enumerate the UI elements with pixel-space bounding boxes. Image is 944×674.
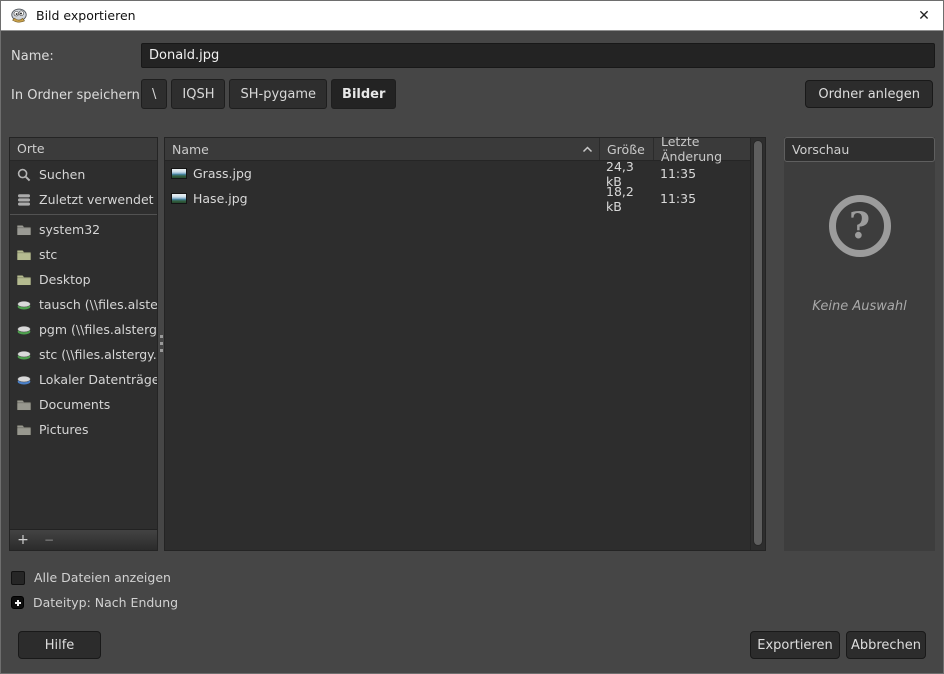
place-label: system32 bbox=[39, 222, 100, 237]
place-label: Desktop bbox=[39, 272, 91, 287]
places-header: Orte bbox=[10, 138, 157, 161]
export-image-dialog: Bild exportieren ✕ Name: In Ordner speic… bbox=[0, 0, 944, 674]
close-icon[interactable]: ✕ bbox=[905, 1, 943, 31]
places-panel: Orte Suchen Zuletzt verwendet system32 stc D… bbox=[9, 137, 158, 551]
place-item-desktop[interactable]: Desktop bbox=[10, 267, 157, 292]
place-label: Pictures bbox=[39, 422, 89, 437]
place-item-pgm-files-alsterg[interactable]: pgm (\\files.alsterg... bbox=[10, 317, 157, 342]
place-label: stc (\\files.alstergy... bbox=[39, 347, 157, 362]
folder-icon bbox=[16, 422, 32, 438]
file-name-cell: Grass.jpg bbox=[165, 166, 599, 181]
show-all-files-label: Alle Dateien anzeigen bbox=[34, 570, 171, 585]
file-type-label: Dateityp: Nach Endung bbox=[33, 595, 178, 610]
network-drive-icon bbox=[16, 347, 32, 363]
recent-icon bbox=[16, 192, 32, 208]
question-mark-icon: ? bbox=[829, 195, 891, 257]
place-label: Suchen bbox=[39, 167, 85, 182]
place-item-documents[interactable]: Documents bbox=[10, 392, 157, 417]
place-label: Lokaler Datenträge... bbox=[39, 372, 157, 387]
save-in-folder-label: In Ordner speichern: bbox=[11, 88, 144, 103]
filename-input[interactable] bbox=[141, 43, 935, 68]
path-bar: \IQSHSH-pygameBilder bbox=[141, 79, 396, 109]
column-header-modified[interactable]: Letzte Änderung bbox=[653, 138, 750, 160]
file-list-header: Name Größe Letzte Änderung bbox=[165, 138, 765, 161]
preview-panel: Vorschau ? Keine Auswahl bbox=[784, 137, 935, 551]
place-item-pictures[interactable]: Pictures bbox=[10, 417, 157, 442]
place-item-stc-files-alstergy[interactable]: stc (\\files.alstergy... bbox=[10, 342, 157, 367]
preview-header: Vorschau bbox=[784, 137, 935, 162]
file-row-grass-jpg[interactable]: Grass.jpg24,3 kB11:35 bbox=[165, 161, 765, 186]
place-item-lokaler-datentr-ge[interactable]: Lokaler Datenträge... bbox=[10, 367, 157, 392]
cancel-button[interactable]: Abbrechen bbox=[846, 631, 926, 659]
place-label: tausch (\\files.alste... bbox=[39, 297, 157, 312]
titlebar: Bild exportieren ✕ bbox=[1, 1, 943, 31]
folder-icon bbox=[16, 397, 32, 413]
place-item-zuletzt-verwendet[interactable]: Zuletzt verwendet bbox=[10, 187, 157, 212]
export-button[interactable]: Exportieren bbox=[750, 631, 840, 659]
network-drive-icon bbox=[16, 297, 32, 313]
place-item-suchen[interactable]: Suchen bbox=[10, 162, 157, 187]
file-name-cell: Hase.jpg bbox=[165, 191, 599, 206]
column-header-name[interactable]: Name bbox=[165, 138, 599, 160]
network-drive-icon bbox=[16, 322, 32, 338]
place-label: stc bbox=[39, 247, 57, 262]
places-list: Suchen Zuletzt verwendet system32 stc Deskto… bbox=[10, 162, 157, 529]
place-label: Documents bbox=[39, 397, 110, 412]
folder-icon bbox=[16, 222, 32, 238]
path-segment-root[interactable]: \ bbox=[141, 79, 167, 109]
local-drive-icon bbox=[16, 372, 32, 388]
file-type-row: Dateityp: Nach Endung bbox=[11, 595, 178, 610]
place-label: Zuletzt verwendet bbox=[39, 192, 154, 207]
panel-splitter-handle[interactable] bbox=[159, 335, 163, 363]
file-size: 18,2 kB bbox=[599, 184, 653, 214]
image-file-icon bbox=[171, 168, 187, 179]
scrollbar-thumb[interactable] bbox=[753, 140, 763, 546]
path-segment-bilder[interactable]: Bilder bbox=[331, 79, 396, 109]
file-row-hase-jpg[interactable]: Hase.jpg 18,2 kB11:35 bbox=[165, 186, 765, 211]
no-selection-text: Keine Auswahl bbox=[784, 299, 935, 314]
expander-plus-icon[interactable] bbox=[11, 596, 24, 609]
place-label: pgm (\\files.alsterg... bbox=[39, 322, 157, 337]
file-list-panel: Name Größe Letzte Änderung Grass.jpg24,3… bbox=[164, 137, 766, 551]
name-label: Name: bbox=[11, 49, 54, 64]
folder-icon bbox=[16, 247, 32, 263]
help-button[interactable]: Hilfe bbox=[18, 631, 101, 659]
sort-ascending-icon bbox=[582, 146, 593, 153]
remove-place-button[interactable]: − bbox=[36, 530, 62, 551]
path-segment-sh-pygame[interactable]: SH-pygame bbox=[229, 79, 327, 109]
search-icon bbox=[16, 167, 32, 183]
gimp-wilber-icon bbox=[10, 8, 28, 23]
place-item-stc[interactable]: stc bbox=[10, 242, 157, 267]
file-name: Grass.jpg bbox=[193, 166, 252, 181]
image-file-icon bbox=[171, 193, 187, 204]
column-label-name: Name bbox=[172, 142, 209, 157]
place-item-tausch-files-alste[interactable]: tausch (\\files.alste... bbox=[10, 292, 157, 317]
add-place-button[interactable]: + bbox=[10, 530, 36, 551]
places-separator bbox=[10, 214, 157, 215]
create-folder-button[interactable]: Ordner anlegen bbox=[805, 80, 933, 108]
path-segment-iqsh[interactable]: IQSH bbox=[171, 79, 225, 109]
show-all-files-checkbox[interactable] bbox=[11, 571, 25, 585]
column-header-size[interactable]: Größe bbox=[599, 138, 653, 160]
file-rows: Grass.jpg24,3 kB11:35 Hase.jpg 18,2 kB11:3… bbox=[165, 161, 765, 211]
places-toolbar: + − bbox=[10, 529, 157, 550]
folder-icon bbox=[16, 272, 32, 288]
file-name: Hase.jpg bbox=[193, 191, 248, 206]
window-title: Bild exportieren bbox=[36, 8, 136, 23]
file-modified: 11:35 bbox=[653, 191, 750, 206]
show-all-files-row: Alle Dateien anzeigen bbox=[11, 570, 171, 585]
place-item-system32[interactable]: system32 bbox=[10, 217, 157, 242]
file-modified: 11:35 bbox=[653, 166, 750, 181]
file-list-scrollbar[interactable] bbox=[750, 138, 765, 550]
